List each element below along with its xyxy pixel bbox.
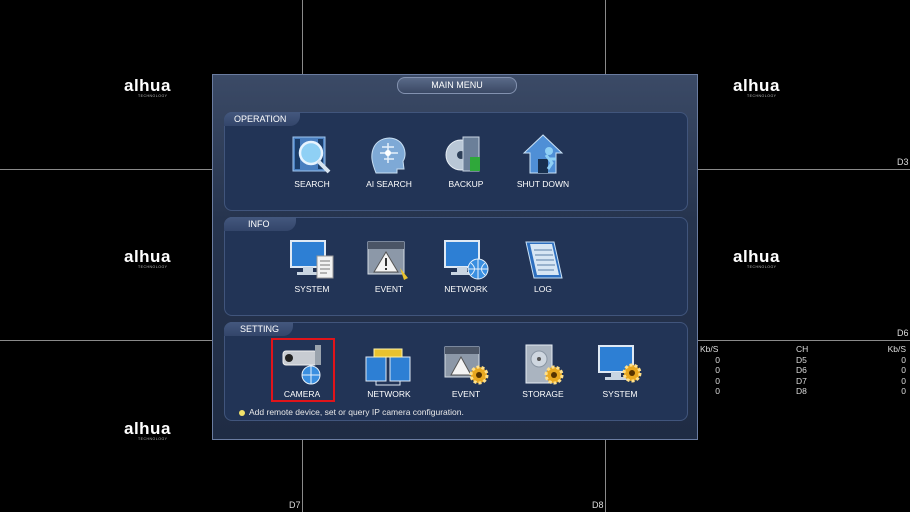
setting-camera-button[interactable]: CAMERA	[267, 343, 337, 399]
brand-logo: alhua TECHNOLOGY	[733, 76, 780, 98]
ai-search-icon	[364, 133, 414, 177]
system-info-icon	[287, 238, 337, 282]
setting-system-button[interactable]: SYSTEM	[585, 343, 655, 399]
logo-text: alhua	[733, 76, 780, 95]
setting-storage-button[interactable]: STORAGE	[508, 343, 578, 399]
hint-message: Add remote device, set or query IP camer…	[249, 407, 464, 417]
operation-section: OPERATION SEARCH AI SEARCH BACKUP SHUT D…	[224, 112, 688, 211]
setting-network-label: NETWORK	[367, 389, 411, 399]
info-network-button[interactable]: NETWORK	[431, 238, 501, 294]
setting-event-button[interactable]: EVENT	[431, 343, 501, 399]
stats-channel: D8	[796, 386, 807, 396]
hint-text: Add remote device, set or query IP camer…	[239, 407, 464, 417]
storage-icon	[518, 343, 568, 387]
log-icon	[518, 238, 568, 282]
stats-value: 0	[901, 386, 906, 396]
stats-header: CH	[796, 344, 809, 354]
operation-search-label: SEARCH	[294, 179, 330, 189]
info-section: INFO SYSTEM EVENT NETWORK LOG	[224, 217, 688, 316]
main-menu-window: MAIN MENU OPERATION SEARCH AI SEARCH BAC…	[212, 74, 698, 440]
logo-subtext: TECHNOLOGY	[138, 94, 168, 98]
stats-channel: D5	[796, 354, 807, 365]
logo-subtext: TECHNOLOGY	[747, 265, 777, 269]
bitrate-stats: Kb/S 0 0 0 0 CH D5 D6 D7 D8 Kb/S 0 0 0 0	[700, 344, 908, 400]
info-section-label: INFO	[224, 217, 296, 231]
lightbulb-icon	[239, 409, 245, 416]
event-settings-icon	[441, 343, 491, 387]
logo-subtext: TECHNOLOGY	[138, 265, 168, 269]
setting-storage-label: STORAGE	[522, 389, 564, 399]
stats-value: 0	[715, 365, 720, 375]
stats-channel: D6	[796, 365, 807, 375]
info-log-label: LOG	[534, 284, 552, 294]
system-settings-icon	[595, 343, 645, 387]
logo-subtext: TECHNOLOGY	[138, 437, 168, 441]
backup-icon	[441, 133, 491, 177]
info-log-button[interactable]: LOG	[508, 238, 578, 294]
brand-logo: alhua TECHNOLOGY	[124, 419, 171, 441]
info-network-label: NETWORK	[444, 284, 488, 294]
setting-camera-label: CAMERA	[283, 389, 321, 399]
channel-label-d3: D3	[897, 157, 909, 167]
info-event-button[interactable]: EVENT	[354, 238, 424, 294]
logo-subtext: TECHNOLOGY	[747, 94, 777, 98]
info-system-button[interactable]: SYSTEM	[277, 238, 347, 294]
brand-logo: alhua TECHNOLOGY	[124, 247, 171, 269]
channel-label-d6: D6	[897, 328, 909, 338]
brand-logo: alhua TECHNOLOGY	[124, 76, 171, 98]
stats-value: 0	[715, 354, 720, 365]
info-event-label: EVENT	[374, 284, 404, 294]
stats-value: 0	[901, 375, 906, 386]
network-settings-icon	[364, 343, 414, 387]
info-system-label: SYSTEM	[294, 284, 330, 294]
operation-section-label: OPERATION	[224, 112, 301, 126]
operation-backup-label: BACKUP	[448, 179, 484, 189]
logo-text: alhua	[733, 247, 780, 266]
stats-value: 0	[901, 365, 906, 375]
logo-text: alhua	[124, 247, 171, 266]
stats-value: 0	[715, 375, 720, 386]
logo-text: alhua	[124, 76, 171, 95]
operation-ai-search-label: AI SEARCH	[366, 179, 412, 189]
setting-system-label: SYSTEM	[602, 389, 638, 399]
setting-network-button[interactable]: NETWORK	[354, 343, 424, 399]
stats-header: Kb/S	[887, 344, 906, 354]
logo-text: alhua	[124, 419, 171, 438]
stats-value: 0	[715, 386, 720, 396]
operation-shutdown-button[interactable]: SHUT DOWN	[508, 133, 578, 189]
stats-value: 0	[901, 354, 906, 365]
stats-channel: D7	[796, 375, 807, 386]
search-icon	[287, 133, 337, 177]
brand-logo: alhua TECHNOLOGY	[733, 247, 780, 269]
channel-label-d7: D7	[289, 500, 301, 510]
network-info-icon	[441, 238, 491, 282]
camera-icon	[277, 343, 327, 387]
channel-label-d8: D8	[592, 500, 604, 510]
event-info-icon	[364, 238, 414, 282]
setting-section-label: SETTING	[224, 322, 294, 336]
shutdown-icon	[518, 133, 568, 177]
setting-event-label: EVENT	[451, 389, 481, 399]
operation-backup-button[interactable]: BACKUP	[431, 133, 501, 189]
operation-ai-search-button[interactable]: AI SEARCH	[354, 133, 424, 189]
main-menu-title: MAIN MENU	[397, 77, 517, 94]
operation-shutdown-label: SHUT DOWN	[516, 179, 570, 189]
operation-search-button[interactable]: SEARCH	[277, 133, 347, 189]
